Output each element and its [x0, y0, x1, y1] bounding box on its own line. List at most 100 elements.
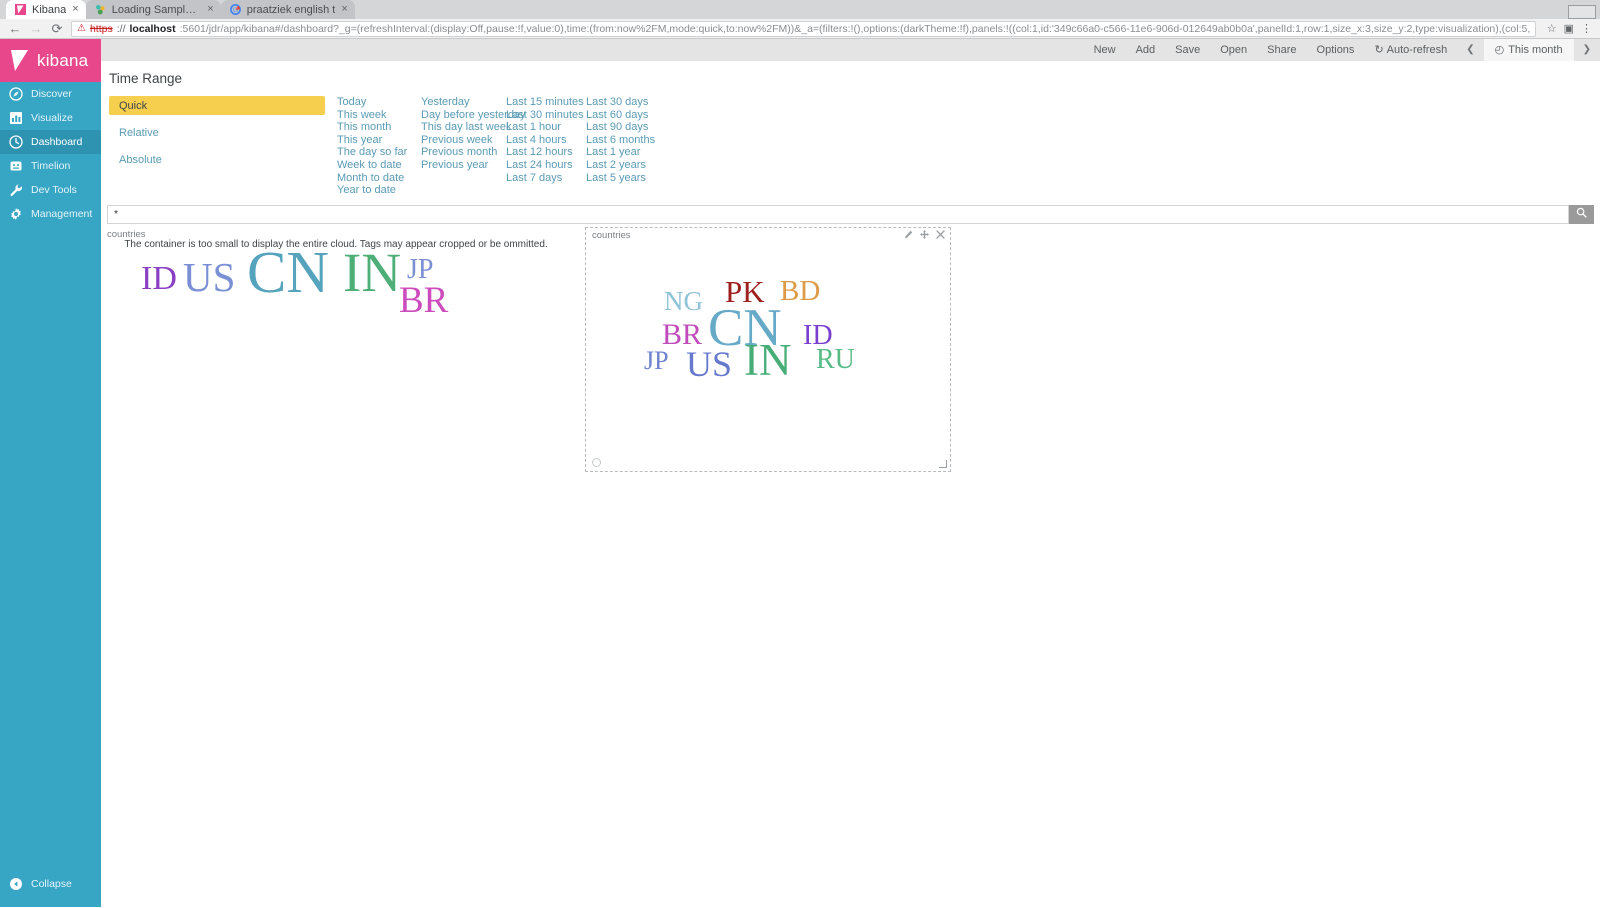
save-button[interactable]: Save: [1165, 39, 1210, 61]
tag-item[interactable]: NG: [664, 287, 703, 315]
options-button[interactable]: Options: [1307, 39, 1365, 61]
quick-range-link[interactable]: This week: [337, 109, 421, 122]
quick-range-link[interactable]: Last 1 year: [586, 146, 666, 159]
tag-cloud-right[interactable]: NG PK BD BR CN ID JP US IN RU: [586, 244, 950, 454]
resize-handle-icon[interactable]: [938, 459, 948, 468]
search-button[interactable]: [1569, 204, 1594, 224]
browser-chrome: Kibana × Loading Sample Da × G praatziek…: [0, 0, 1600, 39]
kibana-logo[interactable]: kibana: [0, 39, 101, 82]
quick-range-link[interactable]: Previous year: [421, 159, 506, 172]
quick-range-link[interactable]: Last 4 hours: [506, 134, 586, 147]
dashboard-panel-countries[interactable]: countries NG PK BD BR CN ID JP US IN RU: [585, 226, 951, 472]
quick-range-link[interactable]: This year: [337, 134, 421, 147]
not-secure-icon[interactable]: ⚠: [77, 23, 86, 34]
quick-range-link[interactable]: Previous month: [421, 146, 506, 159]
quick-range-link[interactable]: Last 1 hour: [506, 121, 586, 134]
quick-range-link[interactable]: Day before yesterday: [421, 109, 526, 122]
close-icon[interactable]: ×: [341, 4, 347, 15]
quick-range-link[interactable]: Last 5 years: [586, 172, 666, 185]
address-bar[interactable]: ⚠ https://localhost:5601/jdr/app/kibana#…: [71, 20, 1536, 37]
dashboard-toolbar: New Add Save Open Share Options ↻ Auto-re…: [101, 39, 1600, 61]
kebab-menu-icon[interactable]: ⋮: [1581, 22, 1592, 35]
time-range-panel: Time Range Quick Relative Absolute Today…: [101, 61, 1600, 197]
time-prev-button[interactable]: ❮: [1457, 39, 1483, 61]
quick-range-link[interactable]: Today: [337, 96, 421, 109]
quick-range-link[interactable]: Last 7 days: [506, 172, 586, 185]
quick-range-column-2: Yesterday Day before yesterday This day …: [421, 96, 526, 197]
close-icon[interactable]: ×: [207, 4, 213, 15]
tag-item[interactable]: BD: [780, 276, 820, 306]
browser-tab-kibana[interactable]: Kibana ×: [6, 0, 86, 19]
sidebar-item-timelion[interactable]: Timelion: [0, 154, 101, 178]
star-icon[interactable]: ☆: [1547, 22, 1557, 35]
window-controls[interactable]: [1568, 5, 1600, 19]
sidebar-item-dashboard[interactable]: Dashboard: [0, 130, 101, 154]
window-restore-icon[interactable]: [1568, 5, 1596, 19]
quick-range-link[interactable]: Month to date: [337, 172, 421, 185]
quick-range-link[interactable]: Last 15 minutes: [506, 96, 586, 109]
sidebar-item-management[interactable]: Management: [0, 202, 101, 226]
quick-range-link[interactable]: Week to date: [337, 159, 421, 172]
time-mode-relative[interactable]: Relative: [109, 123, 325, 142]
close-icon[interactable]: ×: [72, 4, 78, 15]
sidebar-collapse-label: Collapse: [31, 878, 72, 890]
tag-item[interactable]: US: [183, 256, 235, 298]
open-button[interactable]: Open: [1210, 39, 1257, 61]
sidebar-item-label: Dev Tools: [31, 184, 77, 196]
quick-range-link[interactable]: The day so far: [337, 146, 421, 159]
quick-range-link[interactable]: This day last week: [421, 121, 511, 134]
tag-item[interactable]: BR: [399, 282, 448, 319]
move-icon[interactable]: [920, 230, 929, 241]
cast-icon[interactable]: ▣: [1564, 22, 1574, 35]
quick-range-link[interactable]: Last 90 days: [586, 121, 666, 134]
quick-range-columns: Today This week This month This year The…: [337, 96, 1600, 197]
quick-range-link[interactable]: Last 6 months: [586, 134, 666, 147]
reload-icon[interactable]: ⟳: [50, 22, 64, 35]
sidebar-item-discover[interactable]: Discover: [0, 82, 101, 106]
back-icon[interactable]: ←: [8, 22, 22, 35]
main-content: New Add Save Open Share Options ↻ Auto-re…: [101, 39, 1600, 907]
pencil-icon[interactable]: [904, 230, 913, 241]
forward-icon[interactable]: →: [29, 22, 43, 35]
quick-range-link[interactable]: This month: [337, 121, 421, 134]
new-button[interactable]: New: [1084, 39, 1126, 61]
close-icon[interactable]: [936, 230, 945, 241]
quick-range-link[interactable]: Year to date: [337, 184, 421, 197]
url-separator: ://: [116, 22, 126, 35]
tab-title: praatziek english t: [246, 3, 336, 16]
tag-item[interactable]: CN: [247, 242, 329, 302]
sidebar-item-dev-tools[interactable]: Dev Tools: [0, 178, 101, 202]
tag-item[interactable]: US: [686, 346, 732, 382]
quick-range-link[interactable]: Previous week: [421, 134, 506, 147]
tag-cloud-left[interactable]: ID US CN IN JP BR: [131, 238, 561, 319]
quick-range-link[interactable]: Last 30 minutes: [506, 109, 586, 122]
browser-tab-praatziek[interactable]: G praatziek english t ×: [220, 0, 355, 19]
time-mode-absolute[interactable]: Absolute: [109, 150, 325, 169]
search-input[interactable]: [107, 204, 1569, 224]
browser-tab-loading-sample[interactable]: Loading Sample Da ×: [85, 0, 221, 19]
collapse-left-icon: [9, 877, 23, 891]
tag-item[interactable]: ID: [141, 261, 177, 296]
auto-refresh-button[interactable]: ↻ Auto-refresh: [1364, 39, 1457, 61]
add-button[interactable]: Add: [1126, 39, 1166, 61]
time-next-button[interactable]: ❯: [1574, 39, 1600, 61]
query-bar: [107, 204, 1594, 224]
tag-item[interactable]: JP: [644, 347, 669, 374]
time-mode-quick[interactable]: Quick: [109, 96, 325, 115]
quick-range-link[interactable]: Last 2 years: [586, 159, 666, 172]
tag-item[interactable]: IN: [343, 245, 401, 300]
quick-range-link[interactable]: Last 24 hours: [506, 159, 586, 172]
google-icon: G: [229, 4, 241, 15]
sidebar-item-label: Timelion: [31, 160, 71, 172]
sidebar-item-visualize[interactable]: Visualize: [0, 106, 101, 130]
tag-item[interactable]: RU: [816, 345, 855, 374]
share-button[interactable]: Share: [1257, 39, 1306, 61]
quick-range-link[interactable]: Last 30 days: [586, 96, 666, 109]
tag-item[interactable]: IN: [744, 337, 791, 383]
sidebar-collapse-button[interactable]: Collapse: [0, 873, 101, 895]
gear-icon[interactable]: [592, 457, 601, 467]
time-picker-button[interactable]: ◴ This month: [1483, 39, 1574, 61]
quick-range-link[interactable]: Last 12 hours: [506, 146, 586, 159]
quick-range-link[interactable]: Last 60 days: [586, 109, 666, 122]
quick-range-link[interactable]: Yesterday: [421, 96, 506, 109]
